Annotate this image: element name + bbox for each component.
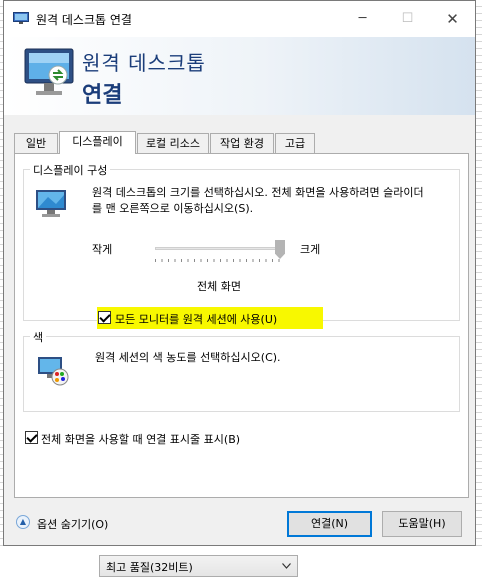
tab-advanced[interactable]: 고급 bbox=[275, 133, 315, 153]
connection-bar-checkbox[interactable] bbox=[25, 431, 38, 444]
colors-group-label: 색 bbox=[30, 329, 47, 345]
tab-experience[interactable]: 작업 환경 bbox=[210, 133, 274, 153]
connection-bar-label: 전체 화면을 사용할 때 연결 표시줄 표시(B) bbox=[41, 433, 241, 446]
all-monitors-checkbox[interactable] bbox=[98, 311, 111, 324]
chevron-down-icon bbox=[282, 563, 291, 569]
tab-display[interactable]: 디스플레이 bbox=[59, 131, 136, 154]
tab-local-resources[interactable]: 로컬 리소스 bbox=[137, 133, 209, 153]
connection-bar-row[interactable]: 전체 화면을 사용할 때 연결 표시줄 표시(B) bbox=[25, 430, 325, 446]
all-monitors-label: 모든 모니터를 원격 세션에 사용(U) bbox=[115, 313, 278, 326]
display-config-label: 디스플레이 구성 bbox=[30, 162, 111, 178]
display-config-description: 원격 데스크톱의 크기를 선택하십시오. 전체 화면을 사용하려면 슬라이더를 … bbox=[92, 186, 424, 215]
connect-button[interactable]: 연결(N) bbox=[287, 511, 372, 537]
colors-group: 색 원격 세션의 색 농도를 선택하십시오(C). 최고 품질(32비트) bbox=[23, 329, 460, 577]
tab-general[interactable]: 일반 bbox=[14, 133, 58, 153]
display-config-group: 디스플레이 구성 원격 데스크톱의 크기를 선택하십시오. 전체 화면을 사용하… bbox=[23, 162, 460, 329]
color-depth-dropdown[interactable]: 최고 품질(32비트) bbox=[99, 555, 298, 577]
header-banner: 원격 데스크톱 연결 bbox=[4, 37, 475, 115]
remote-desktop-app-icon bbox=[13, 12, 29, 24]
minimize-button[interactable]: ─ bbox=[340, 1, 385, 37]
slider-max-label: 크게 bbox=[300, 243, 321, 256]
hide-options-link[interactable]: 옵션 숨기기(O) bbox=[37, 516, 108, 532]
slider-value-text: 전체 화면 bbox=[197, 280, 241, 293]
display-size-slider-thumb[interactable] bbox=[275, 240, 285, 259]
color-depth-selected: 최고 품질(32비트) bbox=[106, 561, 193, 574]
help-button[interactable]: 도움말(H) bbox=[382, 511, 462, 537]
banner-title: 원격 데스크톱 bbox=[82, 51, 206, 75]
display-tab-panel: 디스플레이 구성 원격 데스크톱의 크기를 선택하십시오. 전체 화면을 사용하… bbox=[14, 153, 469, 577]
display-size-slider-ticks bbox=[155, 259, 285, 262]
slider-min-label: 작게 bbox=[92, 243, 113, 256]
display-size-slider-track[interactable] bbox=[155, 247, 285, 250]
colors-description: 원격 세션의 색 농도를 선택하십시오(C). bbox=[95, 351, 281, 364]
monitor-connection-icon bbox=[24, 48, 74, 95]
title-bar[interactable]: 원격 데스크톱 연결 ─ ☐ ✕ bbox=[4, 1, 475, 37]
all-monitors-row[interactable]: 모든 모니터를 원격 세션에 사용(U) bbox=[97, 307, 323, 329]
maximize-button[interactable]: ☐ bbox=[385, 1, 430, 37]
banner-subtitle: 연결 bbox=[82, 83, 123, 108]
chevron-up-icon[interactable]: ▲ bbox=[16, 515, 30, 529]
close-button[interactable]: ✕ bbox=[430, 1, 475, 37]
color-palette-monitor-icon bbox=[38, 357, 69, 386]
window-title: 원격 데스크톱 연결 bbox=[36, 13, 132, 27]
remote-desktop-window: 원격 데스크톱 연결 ─ ☐ ✕ 원격 데스크톱 연결 일반 디스플레이 로컬 … bbox=[3, 0, 476, 577]
display-monitor-icon bbox=[36, 190, 66, 217]
